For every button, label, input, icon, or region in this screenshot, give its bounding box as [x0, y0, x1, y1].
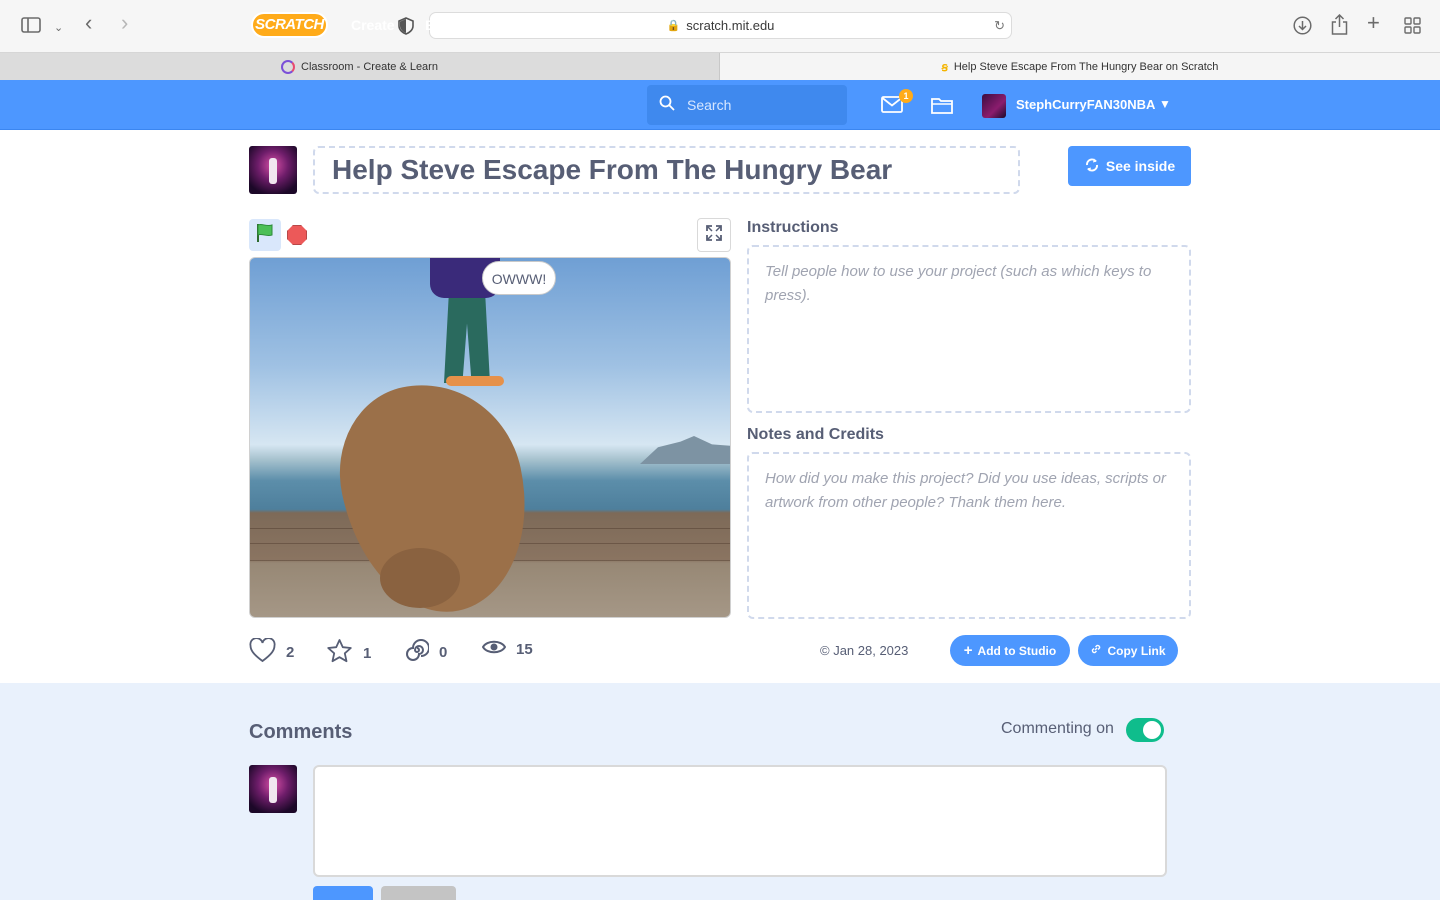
see-inside-button[interactable]: See inside [1068, 146, 1191, 186]
commenting-toggle[interactable] [1126, 718, 1164, 742]
post-comment-button[interactable] [313, 886, 373, 900]
instructions-textarea[interactable]: Tell people how to use your project (suc… [747, 245, 1191, 413]
nav-create[interactable]: Create [351, 17, 395, 33]
copy-link-label: Copy Link [1107, 643, 1166, 658]
my-stuff-folder-icon[interactable] [931, 96, 953, 119]
nav-ideas[interactable]: Ideas [506, 17, 542, 33]
forward-arrow-icon[interactable]: › [121, 12, 128, 34]
address-url: scratch.mit.edu [686, 18, 775, 33]
new-tab-icon[interactable]: + [1367, 12, 1380, 34]
chevron-down-icon[interactable]: ⌄ [54, 19, 63, 37]
speech-bubble: OWWW! [482, 261, 556, 295]
nav-username[interactable]: StephCurryFAN30NBA [1016, 97, 1155, 112]
tab-scratch-project[interactable]: ꞩ Help Steve Escape From The Hungry Bear… [720, 53, 1440, 80]
stop-button[interactable] [287, 225, 307, 245]
tab-overview-icon[interactable] [1404, 17, 1421, 37]
add-to-studio-button[interactable]: + Add to Studio [950, 635, 1070, 666]
star-icon [326, 638, 353, 668]
privacy-shield-icon[interactable] [398, 17, 414, 38]
search-icon [659, 95, 675, 116]
steve-sprite-legs [444, 298, 490, 383]
nav-avatar[interactable] [982, 94, 1006, 118]
notes-label: Notes and Credits [747, 426, 884, 443]
comments-title: Comments [249, 721, 353, 743]
scratch-logo[interactable]: SCRATCH [251, 12, 328, 38]
green-flag-button[interactable] [249, 219, 281, 251]
download-icon[interactable] [1293, 16, 1312, 38]
favorites-count: 1 [363, 644, 372, 662]
steve-sprite-shoes [446, 376, 504, 386]
project-title-input[interactable]: Help Steve Escape From The Hungry Bear [313, 146, 1020, 194]
search-input[interactable]: Search [647, 85, 847, 125]
search-placeholder: Search [687, 97, 732, 113]
fullscreen-icon [706, 224, 722, 246]
classroom-favicon-icon [281, 59, 296, 74]
project-author-avatar[interactable] [249, 146, 297, 194]
scratch-favicon-icon: ꞩ [941, 59, 948, 74]
lock-icon: 🔒 [666, 20, 681, 32]
instructions-label: Instructions [747, 219, 839, 236]
add-to-studio-label: Add to Studio [977, 643, 1057, 658]
green-flag-icon [254, 222, 276, 249]
loves-stat[interactable]: 2 [249, 637, 295, 667]
favorites-stat[interactable]: 1 [326, 638, 371, 668]
stage-backdrop-mountain [640, 436, 730, 464]
reload-icon[interactable]: ↻ [994, 18, 1005, 34]
link-icon [1090, 643, 1102, 658]
comment-user-avatar [249, 765, 297, 813]
remixes-count: 0 [439, 643, 448, 661]
browser-toolbar: ⌄ ‹ › 🔒 scratch.mit.edu ↻ + [0, 0, 1440, 52]
see-inside-label: See inside [1105, 158, 1176, 174]
remix-arrows-icon [1084, 157, 1100, 176]
heart-icon [249, 637, 276, 667]
cancel-comment-button[interactable] [381, 886, 456, 900]
notes-textarea[interactable]: How did you make this project? Did you u… [747, 452, 1191, 619]
views-stat: 15 [481, 638, 533, 660]
loves-count: 2 [286, 644, 295, 661]
tab-label: Help Steve Escape From The Hungry Bear o… [953, 60, 1219, 73]
fullscreen-button[interactable] [697, 218, 731, 252]
project-stage[interactable]: OWWW! [249, 257, 731, 618]
remixes-stat[interactable]: 0 [405, 638, 447, 666]
nav-about[interactable]: About [572, 17, 612, 33]
chevron-down-icon[interactable]: ▼ [1159, 97, 1171, 111]
messages-badge: 1 [899, 89, 913, 103]
views-count: 15 [516, 640, 533, 658]
copy-link-button[interactable]: Copy Link [1078, 635, 1178, 666]
sidebar-toggle-icon[interactable] [21, 17, 41, 36]
eye-icon [481, 638, 507, 660]
commenting-label: Commenting on [1001, 720, 1114, 737]
back-arrow-icon[interactable]: ‹ [85, 12, 92, 34]
comment-input[interactable] [313, 765, 1167, 877]
remix-spiral-icon [405, 638, 430, 666]
tab-label: Classroom - Create & Learn [301, 60, 438, 73]
plus-icon: + [963, 642, 973, 659]
share-icon[interactable] [1331, 13, 1348, 38]
tab-classroom[interactable]: Classroom - Create & Learn [0, 53, 720, 80]
project-date: © Jan 28, 2023 [820, 643, 909, 658]
tab-bar: Classroom - Create & Learn ꞩ Help Steve … [0, 52, 1440, 80]
bear-sprite-head [380, 548, 460, 608]
nav-explore[interactable]: Explore [425, 17, 476, 33]
